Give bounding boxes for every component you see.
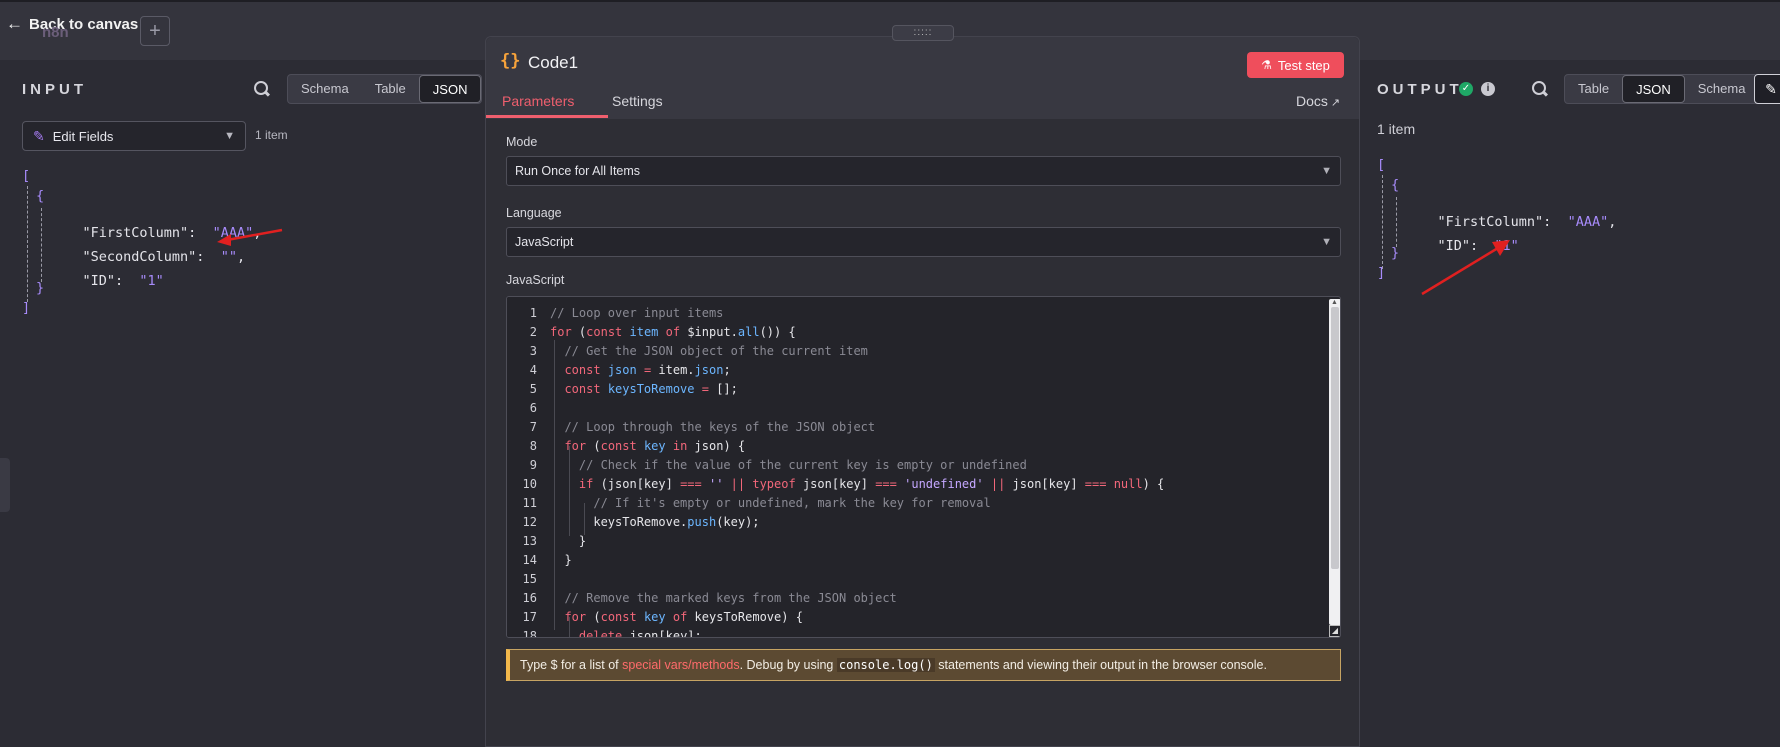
active-tab-indicator	[486, 115, 608, 118]
output-view-schema[interactable]: Schema	[1685, 75, 1759, 103]
code-editor[interactable]: 1 2 3 4 5 6 7 8 9 10 11 12 13 14 15 16 1…	[506, 296, 1341, 638]
input-view-switcher: Schema Table JSON	[287, 74, 483, 104]
code-line: const json = item.json;	[564, 363, 731, 377]
input-panel	[0, 60, 485, 747]
output-view-json[interactable]: JSON	[1622, 75, 1685, 103]
json-bracket: [	[1377, 157, 1386, 173]
hint-notice: Type $ for a list of special vars/method…	[506, 649, 1341, 681]
input-view-table[interactable]: Table	[362, 75, 419, 103]
json-row[interactable]: "ID": "1"	[50, 257, 164, 305]
code-line: }	[550, 534, 587, 548]
json-brace: }	[1391, 245, 1400, 261]
input-node-name: Edit Fields	[52, 128, 114, 144]
json-brace: {	[1391, 177, 1400, 193]
output-panel	[1360, 60, 1780, 747]
code-line: }	[550, 553, 572, 567]
chevron-down-icon: ▼	[1321, 165, 1332, 177]
output-view-switcher: Table JSON Schema	[1564, 74, 1760, 104]
pencil-icon: ✎	[33, 127, 45, 144]
external-link-icon: ↗	[1330, 97, 1341, 109]
docs-link[interactable]: Docs ↗	[1296, 93, 1340, 109]
input-node-select[interactable]: ✎ Edit Fields ▼	[22, 121, 246, 151]
red-arrow-annotation	[1421, 240, 1510, 296]
output-item-count: 1 item	[1377, 121, 1416, 137]
code-line: const keysToRemove = [];	[564, 382, 738, 396]
tab-settings[interactable]: Settings	[612, 93, 663, 109]
language-select[interactable]: JavaScript ▼	[506, 227, 1341, 257]
drag-handle[interactable]: :::::	[892, 25, 954, 41]
search-icon[interactable]	[253, 80, 271, 98]
json-brace: }	[36, 280, 45, 296]
json-bracket: ]	[1377, 265, 1386, 281]
code-line: // If it's empty or undefined, mark the …	[593, 496, 991, 510]
input-item-count: 1 item	[255, 128, 288, 142]
code-line: delete json[key];	[578, 629, 702, 638]
arrow-left-icon: ←	[6, 14, 23, 33]
success-check-icon: ✓	[1459, 82, 1473, 96]
language-label: Language	[506, 206, 562, 220]
node-details-modal: ::::: {} Code1 ⚗ Test step Parameters Se…	[485, 25, 1360, 747]
input-title: INPUT	[22, 81, 87, 98]
tab-parameters[interactable]: Parameters	[502, 93, 574, 109]
code-line: for (const key of keysToRemove) {	[564, 610, 803, 624]
editor-label: JavaScript	[506, 273, 565, 287]
code-line: // Loop over input items	[550, 306, 724, 320]
search-icon[interactable]	[1531, 80, 1549, 98]
red-arrow-annotation	[217, 228, 283, 246]
console-log-code: console.log()	[836, 658, 935, 672]
flask-icon: ⚗	[1261, 58, 1272, 72]
code-line: // Check if the value of the current key…	[578, 458, 1027, 472]
json-bracket: [	[22, 168, 31, 184]
code-line: keysToRemove.push(key);	[550, 515, 760, 529]
back-to-canvas-button[interactable]: ← Back to canvas	[6, 14, 138, 34]
input-view-json[interactable]: JSON	[418, 75, 482, 103]
output-view-table[interactable]: Table	[1565, 75, 1622, 103]
code-line: // Remove the marked keys from the JSON …	[564, 591, 897, 605]
pencil-icon: ✎	[1765, 80, 1777, 97]
code-line: // Loop through the keys of the JSON obj…	[564, 420, 876, 434]
info-icon[interactable]: i	[1481, 82, 1495, 96]
json-bracket: ]	[22, 300, 31, 316]
code-line: if (json[key] === '' || typeof json[key]…	[578, 477, 1165, 491]
special-vars-link[interactable]: special vars/methods	[622, 658, 739, 672]
mode-label: Mode	[506, 135, 538, 149]
add-node-button[interactable]: +	[140, 16, 170, 46]
scroll-up-icon[interactable]: ▲	[1331, 299, 1338, 306]
mode-select[interactable]: Run Once for All Items ▼	[506, 156, 1341, 186]
test-step-button[interactable]: ⚗ Test step	[1247, 52, 1344, 78]
chevron-down-icon: ▼	[224, 130, 235, 142]
edit-output-button[interactable]: ✎	[1754, 74, 1780, 104]
code-braces-icon: {}	[500, 51, 521, 71]
code-line: for (const item of $input.all()) {	[550, 325, 796, 339]
node-title[interactable]: Code1	[528, 53, 578, 73]
line-gutter: 1 2 3 4 5 6 7 8 9 10 11 12 13 14 15 16 1…	[507, 297, 543, 637]
output-title: OUTPUT	[1377, 81, 1463, 98]
scrollbar-thumb[interactable]	[1331, 307, 1339, 569]
editor-scrollbar[interactable]: ▲	[1329, 299, 1340, 625]
chevron-down-icon: ▼	[1321, 236, 1332, 248]
logo: n8n	[42, 24, 69, 41]
resize-handle-icon[interactable]: ◢	[1329, 625, 1340, 637]
input-view-schema[interactable]: Schema	[288, 75, 362, 103]
sidebar-handle[interactable]	[0, 458, 10, 512]
json-brace: {	[36, 188, 45, 204]
code-line: for (const key in json) {	[564, 439, 746, 453]
code-line: // Get the JSON object of the current it…	[564, 344, 868, 358]
